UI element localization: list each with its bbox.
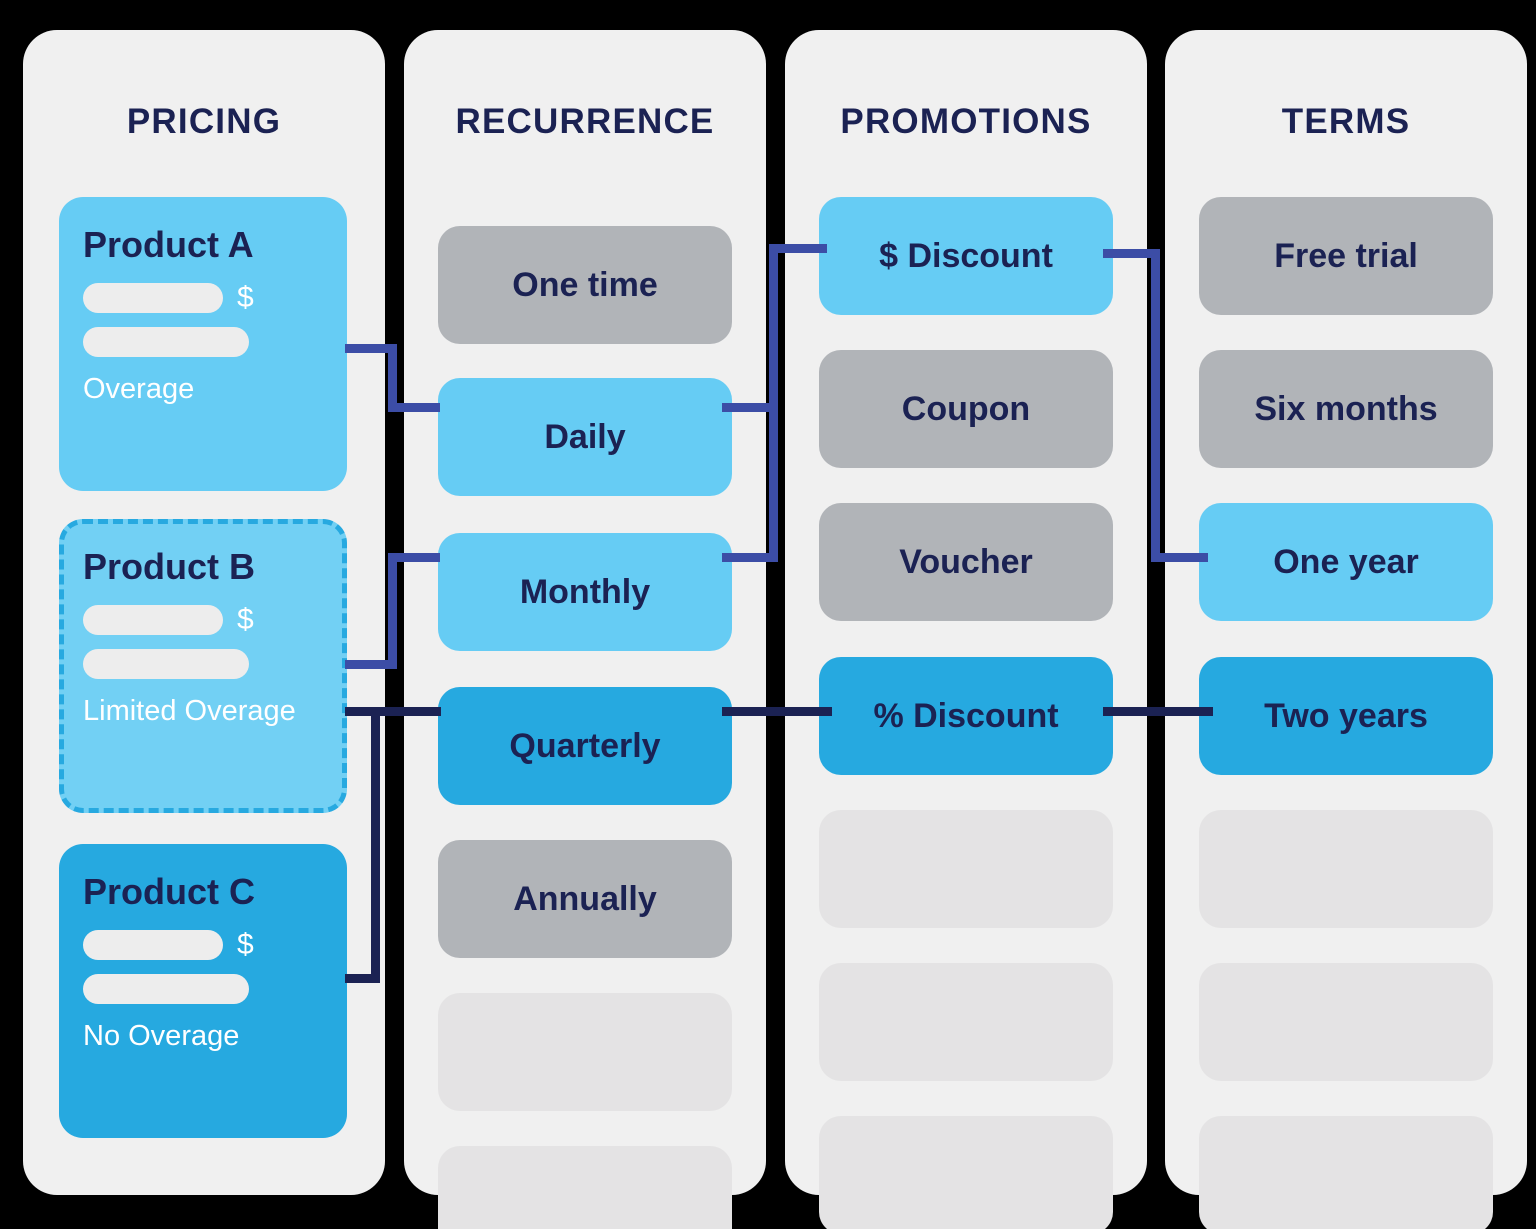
option-empty-slot[interactable] [819, 1116, 1113, 1229]
option-empty-slot[interactable] [1199, 810, 1493, 928]
connector-product-c-to-quarterly-v [371, 707, 380, 982]
product-b-price-row: $ [83, 605, 323, 635]
price-placeholder-bar [83, 283, 223, 313]
product-card-c[interactable]: Product C $ No Overage [59, 844, 347, 1138]
connector-recurrence-rail-v [769, 244, 778, 562]
dollar-icon: $ [237, 281, 254, 314]
option-quarterly[interactable]: Quarterly [438, 687, 732, 805]
option-percent-discount[interactable]: % Discount [819, 657, 1113, 775]
column-title-terms: TERMS [1281, 102, 1411, 141]
dollar-icon: $ [237, 603, 254, 636]
price-placeholder-bar [83, 605, 223, 635]
option-empty-slot[interactable] [438, 1146, 732, 1229]
connector-quarterly-stub [371, 707, 441, 716]
column-terms: TERMS Free trial Six months One year Two… [1165, 30, 1527, 1229]
diagram-canvas: PRICING Product A $ Overage Product B $ … [0, 0, 1536, 1229]
product-b-title: Product B [83, 546, 256, 587]
column-title-promotions: PROMOTIONS [840, 102, 1092, 141]
product-b-secondary-row [83, 649, 323, 679]
option-voucher[interactable]: Voucher [819, 503, 1113, 621]
column-promotions: PROMOTIONS $ Discount Coupon Voucher % D… [785, 30, 1147, 1229]
option-empty-slot[interactable] [819, 963, 1113, 1081]
connector-product-a-to-daily-h2 [388, 403, 440, 412]
product-c-secondary-row [83, 974, 323, 1004]
option-daily[interactable]: Daily [438, 378, 732, 496]
product-c-title: Product C [83, 871, 256, 912]
product-a-title: Product A [83, 224, 254, 265]
column-title-recurrence: RECURRENCE [455, 102, 715, 141]
connector-product-b-to-monthly-h1 [345, 660, 397, 669]
column-title-pricing: PRICING [126, 102, 282, 141]
secondary-placeholder-bar [83, 327, 249, 357]
option-one-year[interactable]: One year [1199, 503, 1493, 621]
price-placeholder-bar [83, 930, 223, 960]
option-free-trial[interactable]: Free trial [1199, 197, 1493, 315]
product-c-overage-label: No Overage [83, 1020, 240, 1052]
option-monthly[interactable]: Monthly [438, 533, 732, 651]
connector-quarterly-to-percent-discount [722, 707, 832, 716]
option-one-time[interactable]: One time [438, 226, 732, 344]
option-empty-slot[interactable] [438, 993, 732, 1111]
secondary-placeholder-bar [83, 649, 249, 679]
dollar-icon: $ [237, 928, 254, 961]
option-empty-slot[interactable] [819, 810, 1113, 928]
connector-product-b-to-monthly-v [388, 553, 397, 669]
option-empty-slot[interactable] [1199, 1116, 1493, 1229]
secondary-placeholder-bar [83, 974, 249, 1004]
option-coupon[interactable]: Coupon [819, 350, 1113, 468]
option-two-years[interactable]: Two years [1199, 657, 1493, 775]
connector-discount-to-one-year-v [1151, 249, 1160, 559]
option-six-months[interactable]: Six months [1199, 350, 1493, 468]
product-a-price-row: $ [83, 283, 323, 313]
product-card-b[interactable]: Product B $ Limited Overage [59, 519, 347, 813]
product-c-price-row: $ [83, 930, 323, 960]
product-a-overage-label: Overage [83, 373, 195, 405]
option-annually[interactable]: Annually [438, 840, 732, 958]
connector-discount-to-one-year-h2 [1151, 553, 1208, 562]
product-a-secondary-row [83, 327, 323, 357]
connector-rail-to-discount-h [769, 244, 827, 253]
column-pricing: PRICING Product A $ Overage Product B $ … [23, 30, 385, 1195]
connector-percent-discount-to-two-years [1103, 707, 1213, 716]
column-recurrence: RECURRENCE One time Daily Monthly Quarte… [404, 30, 766, 1229]
option-dollar-discount[interactable]: $ Discount [819, 197, 1113, 315]
product-b-overage-label: Limited Overage [83, 695, 296, 727]
option-empty-slot[interactable] [1199, 963, 1493, 1081]
product-card-a[interactable]: Product A $ Overage [59, 197, 347, 491]
connector-product-c-to-quarterly-h2 [345, 974, 380, 983]
connector-product-a-to-daily-v [388, 344, 397, 408]
